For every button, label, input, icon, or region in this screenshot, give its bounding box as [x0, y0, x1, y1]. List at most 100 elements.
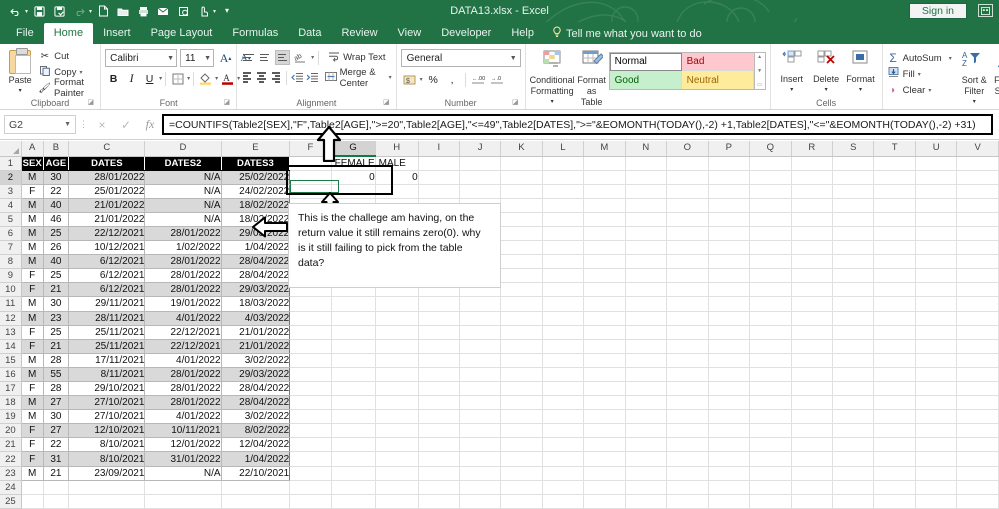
cell-N14[interactable]	[625, 339, 668, 354]
row-header-12[interactable]: 12	[0, 311, 22, 326]
cell-E4[interactable]: 18/02/2022	[221, 198, 291, 213]
font-name-combo[interactable]: Calibri ▼	[105, 49, 178, 67]
cell-D21[interactable]: 12/01/2022	[144, 437, 222, 453]
cell-B17[interactable]: 28	[43, 381, 70, 397]
tab-file[interactable]: File	[6, 23, 44, 44]
cell-O5[interactable]	[666, 212, 709, 227]
merge-center-dropdown-icon[interactable]: ▾	[389, 74, 392, 81]
cell-U20[interactable]	[915, 423, 958, 439]
cell-P14[interactable]	[708, 339, 751, 354]
cell-Q16[interactable]	[749, 367, 792, 383]
cell-B7[interactable]: 26	[43, 240, 70, 256]
cell-P2[interactable]	[708, 170, 751, 185]
cell-N20[interactable]	[625, 423, 668, 439]
cell-D3[interactable]: N/A	[144, 184, 222, 199]
row-header-13[interactable]: 13	[0, 325, 22, 340]
redo-dropdown-icon[interactable]: ▾	[89, 8, 92, 15]
cell-L24[interactable]	[542, 480, 585, 495]
cell-F19[interactable]	[289, 409, 332, 425]
cell-A10[interactable]: F	[21, 282, 44, 298]
cell-T16[interactable]	[873, 367, 916, 383]
cell-K9[interactable]	[500, 268, 543, 284]
cell-N24[interactable]	[625, 480, 668, 495]
bold-button[interactable]: B	[105, 70, 122, 87]
sort-filter-button[interactable]: AZ Sort & Filter ▾	[958, 48, 991, 108]
cell-F2[interactable]	[289, 170, 332, 185]
cell-D6[interactable]: 28/01/2022	[144, 226, 222, 242]
cell-O3[interactable]	[666, 184, 709, 199]
cell-S4[interactable]	[832, 198, 875, 213]
cell-T18[interactable]	[873, 395, 916, 411]
cell-L10[interactable]	[542, 282, 585, 298]
cell-O20[interactable]	[666, 423, 709, 439]
column-header-q[interactable]: Q	[749, 141, 792, 157]
cell-H14[interactable]	[375, 339, 419, 354]
cell-D15[interactable]: 4/01/2022	[144, 353, 222, 368]
cell-R5[interactable]	[791, 212, 834, 227]
cell-K14[interactable]	[500, 339, 543, 354]
save-icon[interactable]	[30, 2, 48, 20]
cell-L9[interactable]	[542, 268, 585, 284]
cell-S3[interactable]	[832, 184, 875, 199]
cell-P22[interactable]	[708, 451, 751, 467]
cell-U13[interactable]	[915, 325, 958, 340]
cell-A20[interactable]: F	[21, 423, 44, 439]
cell-D16[interactable]: 28/01/2022	[144, 367, 222, 383]
cell-styles-gallery[interactable]: Normal Bad Good Neutral	[608, 52, 755, 90]
cell-K5[interactable]	[500, 212, 543, 227]
cell-Q14[interactable]	[749, 339, 792, 354]
number-format-combo[interactable]: General ▼	[400, 49, 521, 67]
cell-D13[interactable]: 22/12/2021	[144, 325, 222, 340]
cell-Q3[interactable]	[749, 184, 792, 199]
cell-U24[interactable]	[915, 480, 958, 495]
cell-M1[interactable]	[583, 156, 626, 171]
cell-K12[interactable]	[500, 311, 543, 326]
cell-S21[interactable]	[832, 437, 875, 453]
cell-L5[interactable]	[542, 212, 585, 227]
cell-H11[interactable]	[375, 296, 419, 312]
cell-C9[interactable]: 6/12/2021	[68, 268, 146, 284]
cell-F24[interactable]	[289, 480, 332, 495]
cell-H2[interactable]: 0	[375, 170, 419, 185]
cell-V2[interactable]	[956, 170, 999, 185]
cell-V9[interactable]	[956, 268, 999, 284]
cell-B9[interactable]: 25	[43, 268, 70, 284]
cell-P5[interactable]	[708, 212, 751, 227]
cell-P20[interactable]	[708, 423, 751, 439]
cell-C4[interactable]: 21/01/2022	[68, 198, 146, 213]
cell-R9[interactable]	[791, 268, 834, 284]
cell-A12[interactable]: M	[21, 311, 44, 326]
row-header-15[interactable]: 15	[0, 353, 22, 368]
borders-dropdown-icon[interactable]: ▾	[187, 75, 190, 82]
cell-U23[interactable]	[915, 466, 958, 481]
cell-C22[interactable]: 8/10/2021	[68, 451, 146, 467]
wrap-text-button[interactable]: Wrap Text	[327, 50, 386, 66]
copy-dropdown-icon[interactable]: ▾	[79, 69, 82, 76]
cell-H17[interactable]	[375, 381, 419, 397]
cell-U19[interactable]	[915, 409, 958, 425]
cell-M2[interactable]	[583, 170, 626, 185]
cell-L19[interactable]	[542, 409, 585, 425]
cell-L16[interactable]	[542, 367, 585, 383]
cell-F14[interactable]	[289, 339, 332, 354]
cell-T17[interactable]	[873, 381, 916, 397]
merge-center-button[interactable]: Merge & Center ▾	[324, 67, 392, 89]
cell-T4[interactable]	[873, 198, 916, 213]
format-cells-button[interactable]: Format ▾	[843, 48, 877, 96]
cell-D18[interactable]: 28/01/2022	[144, 395, 222, 411]
cell-S2[interactable]	[832, 170, 875, 185]
cell-N9[interactable]	[625, 268, 668, 284]
cell-J24[interactable]	[459, 480, 502, 495]
cell-N10[interactable]	[625, 282, 668, 298]
formula-input[interactable]: =COUNTIFS(Table2[SEX],"F",Table2[AGE],">…	[162, 114, 993, 135]
undo-dropdown-icon[interactable]: ▾	[25, 8, 28, 15]
email-icon[interactable]	[154, 2, 172, 20]
cell-K2[interactable]	[500, 170, 543, 185]
cell-S22[interactable]	[832, 451, 875, 467]
cell-J2[interactable]	[459, 170, 502, 185]
style-bad[interactable]: Bad	[681, 53, 754, 71]
cell-O11[interactable]	[666, 296, 709, 312]
cell-L6[interactable]	[542, 226, 585, 242]
delete-cells-button[interactable]: Delete ▾	[809, 48, 843, 96]
cell-Q6[interactable]	[749, 226, 792, 242]
